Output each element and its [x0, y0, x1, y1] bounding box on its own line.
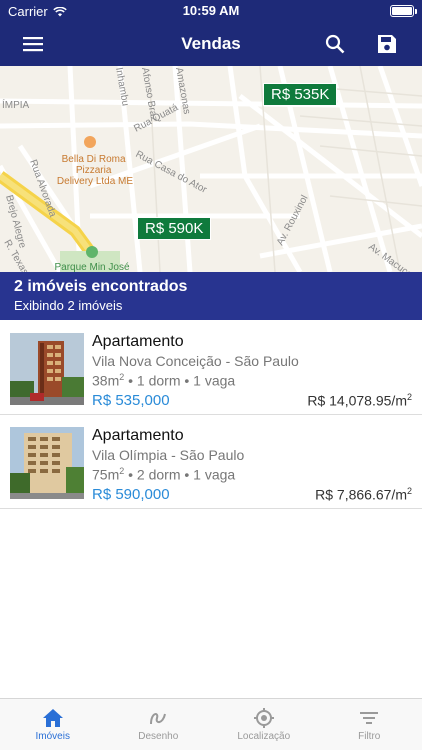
battery-icon [390, 5, 417, 17]
property-location: Vila Nova Conceição - São Paulo [92, 353, 299, 369]
save-button[interactable] [372, 29, 402, 59]
tab-imoveis[interactable]: Imóveis [0, 699, 106, 750]
results-showing: Exibindo 2 imóveis [14, 298, 123, 313]
poi-label: Bella Di Roma Pizzaria Delivery Ltda ME [57, 154, 133, 187]
park-label: Parque Min José [54, 262, 129, 272]
property-rooms: • 2 dorm • 1 vaga [124, 466, 236, 483]
location-icon [253, 708, 274, 728]
results-count: 2 imóveis encontrados [14, 278, 188, 295]
property-rooms: • 1 dorm • 1 vaga [124, 372, 236, 389]
tab-label: Localização [237, 731, 291, 742]
tab-label: Filtro [358, 731, 381, 742]
home-icon [42, 709, 63, 727]
listing-item[interactable]: Apartamento Vila Olímpia - São Paulo 75m… [0, 415, 422, 509]
property-details: 38m2 • 1 dorm • 1 vaga [92, 372, 236, 389]
property-type: Apartamento [92, 333, 184, 350]
listing-item[interactable]: Apartamento Vila Nova Conceição - São Pa… [0, 321, 422, 415]
street-label: Av. Rouxinol [275, 193, 311, 247]
price-marker[interactable]: R$ 590K [137, 217, 212, 240]
search-button[interactable] [320, 29, 350, 59]
property-area: 75m [92, 466, 120, 483]
tab-filtro[interactable]: Filtro [317, 699, 422, 750]
property-type: Apartamento [92, 427, 184, 444]
map-view[interactable]: ÍMPIA Rua Quatá Rua Casa do Ator Av. Rou… [0, 66, 422, 272]
tab-desenho[interactable]: Desenho [106, 699, 212, 750]
navigation-bar: Vendas [0, 22, 422, 66]
property-location: Vila Olímpia - São Paulo [92, 447, 245, 463]
tab-bar: Imóveis Desenho Localização Filtro [0, 698, 422, 750]
filter-icon [360, 712, 379, 724]
property-photo [10, 333, 84, 405]
results-header: 2 imóveis encontrados Exibindo 2 imóveis [0, 272, 422, 320]
tab-label: Imóveis [35, 731, 70, 742]
street-label: Afonso Braz [139, 67, 159, 123]
property-price: R$ 535,000 [92, 392, 170, 409]
search-icon [325, 34, 345, 54]
park-pin-icon [86, 246, 98, 258]
property-photo [10, 427, 84, 499]
price-per-sqm: R$ 14,078.95/m2 [307, 392, 412, 409]
status-bar: Carrier 10:59 AM [0, 0, 422, 22]
district-label: ÍMPIA [2, 98, 30, 111]
price-marker[interactable]: R$ 535K [263, 83, 338, 106]
property-price: R$ 590,000 [92, 486, 170, 503]
draw-icon [150, 713, 167, 725]
save-icon [378, 35, 396, 53]
property-area: 38m [92, 372, 120, 389]
street-label: Av. Macuco [366, 242, 414, 272]
property-details: 75m2 • 2 dorm • 1 vaga [92, 466, 236, 483]
tab-label: Desenho [138, 731, 179, 742]
status-time: 10:59 AM [182, 3, 240, 18]
map-streets: ÍMPIA Rua Quatá Rua Casa do Ator Av. Rou… [0, 66, 422, 272]
restaurant-pin-icon [84, 136, 96, 148]
page-title: Vendas [181, 34, 241, 53]
price-per-sqm: R$ 7,866.67/m2 [315, 486, 412, 503]
tab-localizacao[interactable]: Localização [211, 699, 317, 750]
